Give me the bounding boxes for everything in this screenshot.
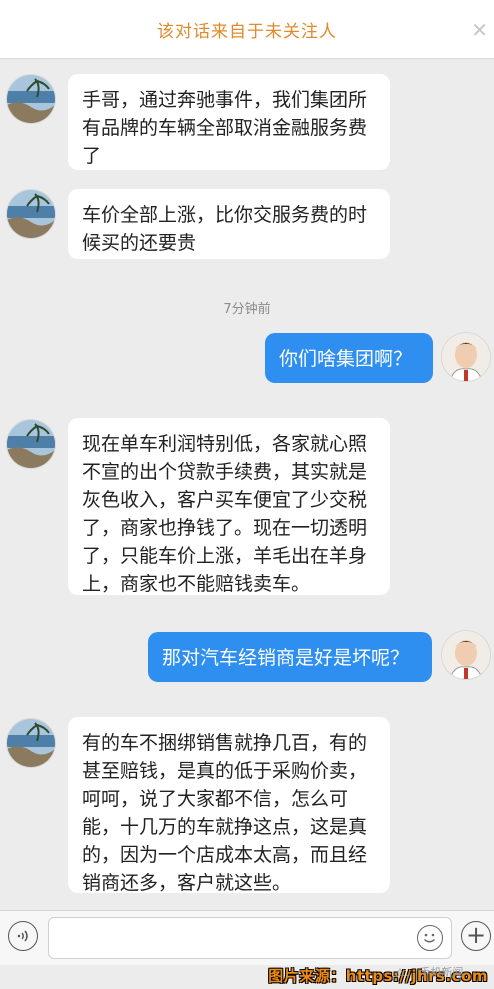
emoji-icon[interactable] (417, 925, 443, 951)
message-bubble: 有的车不捆绑销售就挣几百，有的甚至赔钱，是真的低于采购价卖，呵呵，说了大家都不信… (68, 717, 390, 894)
stranger-notice-text: 该对话来自于未关注人 (157, 21, 337, 42)
input-bar: + (0, 910, 494, 966)
message-bubble: 车价全部上涨，比你交服务费的时候买的还要贵 (68, 189, 390, 259)
message-input[interactable] (48, 917, 452, 959)
user-avatar[interactable] (442, 333, 490, 381)
contact-avatar[interactable] (7, 190, 55, 238)
contact-avatar[interactable] (7, 420, 55, 468)
contact-avatar[interactable] (7, 75, 55, 123)
close-icon[interactable]: ✕ (471, 18, 488, 42)
user-avatar[interactable] (442, 631, 490, 679)
message-bubble-self: 你们啥集团啊？ (265, 333, 433, 383)
message-bubble: 手哥，通过奔驰事件，我们集团所有品牌的车辆全部取消金融服务费了 (68, 74, 390, 170)
plus-icon[interactable]: + (461, 921, 491, 951)
stranger-notice-bar: 该对话来自于未关注人 ✕ (0, 0, 494, 59)
message-timestamp: 7分钟前 (223, 302, 271, 317)
voice-icon[interactable] (8, 921, 38, 951)
message-bubble-self: 那对汽车经销商是好是坏呢？ (148, 632, 432, 682)
message-bubble: 现在单车利润特别低，各家就心照不宣的出个贷款手续费，其实就是灰色收入，客户买车便… (68, 418, 390, 595)
contact-avatar[interactable] (7, 719, 55, 767)
watermark-text: ⚠… 手机新闻 (395, 966, 464, 979)
